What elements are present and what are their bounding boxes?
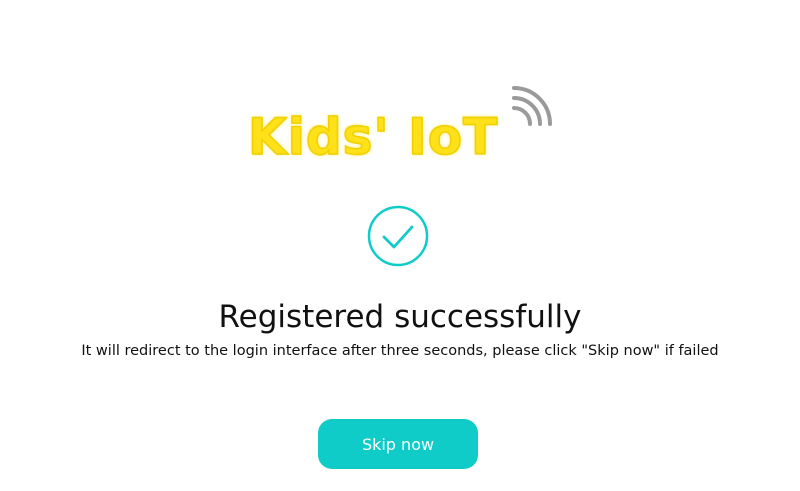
success-title: Registered successfully bbox=[218, 299, 582, 335]
skip-now-button[interactable]: Skip now bbox=[318, 419, 478, 469]
redirect-notice: It will redirect to the login interface … bbox=[81, 343, 719, 359]
kids-iot-logo: Kids' IoT bbox=[247, 86, 558, 176]
registration-success-page: Kids' IoT Registered successfully It wil… bbox=[0, 0, 800, 491]
wifi-signal-icon bbox=[512, 86, 552, 126]
check-circle-icon bbox=[367, 205, 429, 267]
logo-text: Kids' IoT bbox=[247, 107, 499, 167]
